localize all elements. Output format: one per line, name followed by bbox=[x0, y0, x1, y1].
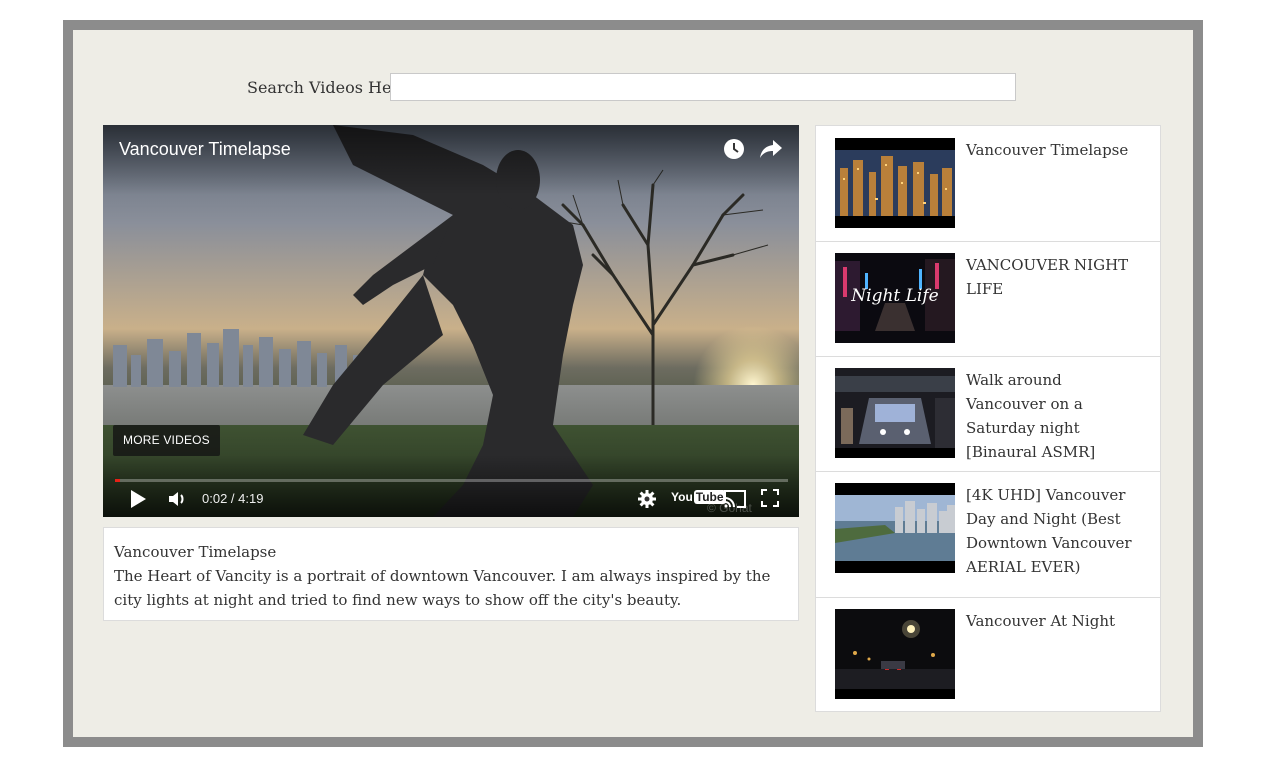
description-text: The Heart of Vancity is a portrait of do… bbox=[114, 567, 771, 609]
progress-bar[interactable] bbox=[115, 479, 788, 482]
video-thumbnail[interactable] bbox=[835, 368, 955, 458]
player-title[interactable]: Vancouver Timelapse bbox=[119, 139, 291, 160]
svg-text:Night Life: Night Life bbox=[850, 286, 938, 306]
more-videos-button[interactable]: MORE VIDEOS bbox=[113, 425, 220, 456]
video-player[interactable]: Vancouver Timelapse MORE VIDEOS 0:02 / 4… bbox=[103, 125, 799, 517]
video-list-item[interactable]: Vancouver Timelapse bbox=[816, 126, 1160, 242]
player-top-shade bbox=[103, 125, 799, 195]
video-list-item-title[interactable]: Vancouver At Night bbox=[966, 609, 1146, 633]
play-icon[interactable] bbox=[129, 489, 147, 509]
fullscreen-icon[interactable] bbox=[761, 489, 779, 507]
video-list-item[interactable]: Vancouver At Night bbox=[816, 597, 1160, 711]
share-icon[interactable] bbox=[759, 138, 783, 160]
progress-fill bbox=[115, 479, 121, 482]
time-display: 0:02 / 4:19 bbox=[202, 491, 264, 506]
video-list-item[interactable]: [4K UHD] Vancouver Day and Night (Best D… bbox=[816, 471, 1160, 598]
video-list-item-title[interactable]: Walk around Vancouver on a Saturday nigh… bbox=[966, 368, 1146, 464]
video-list-item[interactable]: Walk around Vancouver on a Saturday nigh… bbox=[816, 356, 1160, 472]
video-list-item[interactable]: Night Life VANCOUVER NIGHT LIFE bbox=[816, 241, 1160, 357]
video-thumbnail[interactable] bbox=[835, 138, 955, 228]
watch-later-icon[interactable] bbox=[723, 138, 745, 160]
video-description-box: Vancouver Timelapse The Heart of Vancity… bbox=[103, 527, 799, 621]
description-title: Vancouver Timelapse bbox=[114, 543, 277, 561]
video-watermark: © Gohat bbox=[707, 501, 752, 515]
settings-icon[interactable] bbox=[637, 489, 657, 509]
video-list-item-title[interactable]: [4K UHD] Vancouver Day and Night (Best D… bbox=[966, 483, 1146, 579]
video-list-item-title[interactable]: VANCOUVER NIGHT LIFE bbox=[966, 253, 1146, 301]
volume-icon[interactable] bbox=[167, 489, 187, 509]
video-thumbnail[interactable] bbox=[835, 609, 955, 699]
video-thumbnail[interactable]: Night Life bbox=[835, 253, 955, 343]
video-list: Vancouver Timelapse Night Life VANCOUVER… bbox=[815, 125, 1161, 712]
search-label: Search Videos Here bbox=[247, 78, 409, 97]
youtube-logo[interactable]: You Tube bbox=[671, 490, 726, 508]
search-input[interactable] bbox=[390, 73, 1016, 101]
video-list-item-title[interactable]: Vancouver Timelapse bbox=[966, 138, 1146, 162]
video-thumbnail[interactable] bbox=[835, 483, 955, 573]
